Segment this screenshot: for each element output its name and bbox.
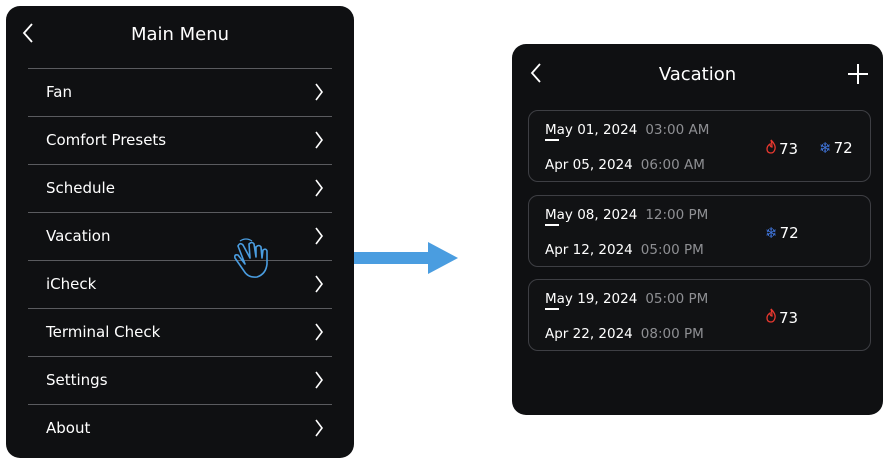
flame-icon	[765, 308, 777, 327]
cool-setpoint: ❄ 72	[765, 224, 799, 242]
chevron-right-icon	[314, 418, 324, 442]
menu-item-settings[interactable]: Settings	[28, 356, 332, 404]
vacation-entry[interactable]: May 01, 2024 03:00 AM Apr 05, 2024 06:00 A…	[528, 110, 871, 182]
menu-item-label: Fan	[46, 83, 72, 101]
chevron-right-icon	[314, 370, 324, 394]
chevron-right-icon	[314, 274, 324, 298]
chevron-right-icon	[314, 322, 324, 346]
vacation-entry[interactable]: May 19, 2024 05:00 PM Apr 22, 2024 08:00 P…	[528, 279, 871, 351]
menu-item-label: Comfort Presets	[46, 131, 167, 149]
range-dash	[545, 308, 559, 310]
menu-item-label: Vacation	[46, 227, 111, 245]
start-row: May 01, 2024 03:00 AM	[545, 122, 709, 138]
end-date: Apr 12, 2024	[545, 242, 633, 258]
end-row: Apr 05, 2024 06:00 AM	[545, 157, 705, 173]
heat-temp: 73	[779, 139, 799, 158]
cool-setpoint: ❄ 72	[819, 139, 853, 157]
plus-icon[interactable]	[847, 63, 869, 89]
start-date: May 19, 2024	[545, 291, 638, 307]
cool-temp: 72	[833, 139, 853, 157]
chevron-right-icon	[314, 226, 324, 250]
menu-item-fan[interactable]: Fan	[28, 68, 332, 116]
menu-item-label: Settings	[46, 371, 108, 389]
start-date: May 01, 2024	[545, 122, 638, 138]
cool-temp: 72	[779, 224, 799, 242]
menu-item-label: About	[46, 419, 91, 437]
end-date: Apr 05, 2024	[545, 157, 633, 173]
end-time: 05:00 PM	[640, 242, 704, 258]
menu-item-icheck[interactable]: iCheck	[28, 260, 332, 308]
page-title: Vacation	[658, 64, 737, 85]
end-time: 06:00 AM	[640, 157, 705, 173]
hand-pointer-icon	[232, 238, 278, 284]
heat-temp: 73	[779, 308, 799, 327]
vacation-entry[interactable]: May 08, 2024 12:00 PM Apr 12, 2024 05:00 P…	[528, 195, 871, 267]
start-date: May 08, 2024	[545, 207, 638, 223]
vacation-screen: Vacation May 01, 2024 03:00 AM Apr 05, 20…	[512, 44, 883, 415]
end-row: Apr 22, 2024 08:00 PM	[545, 326, 704, 342]
menu-item-schedule[interactable]: Schedule	[28, 164, 332, 212]
menu-item-label: iCheck	[46, 275, 97, 293]
main-menu-screen: Main Menu Fan Comfort Presets Schedule V…	[6, 6, 354, 458]
menu-item-label: Schedule	[46, 179, 115, 197]
page-title: Main Menu	[130, 24, 230, 45]
menu-item-label: Terminal Check	[46, 323, 161, 341]
menu-item-comfort-presets[interactable]: Comfort Presets	[28, 116, 332, 164]
end-time: 08:00 PM	[640, 326, 704, 342]
range-dash	[545, 224, 559, 226]
range-dash	[545, 139, 559, 141]
end-row: Apr 12, 2024 05:00 PM	[545, 242, 704, 258]
menu-item-about[interactable]: About	[28, 404, 332, 452]
start-time: 05:00 PM	[645, 291, 709, 307]
snowflake-icon: ❄	[819, 139, 832, 157]
start-row: May 19, 2024 05:00 PM	[545, 291, 708, 307]
menu-item-vacation[interactable]: Vacation	[28, 212, 332, 260]
heat-setpoint: 73	[765, 139, 798, 158]
chevron-right-icon	[314, 130, 324, 154]
chevron-right-icon	[314, 82, 324, 106]
start-time: 12:00 PM	[645, 207, 709, 223]
end-date: Apr 22, 2024	[545, 326, 633, 342]
menu-item-terminal-check[interactable]: Terminal Check	[28, 308, 332, 356]
heat-setpoint: 73	[765, 308, 798, 327]
start-row: May 08, 2024 12:00 PM	[545, 207, 708, 223]
right-arrow-icon	[354, 242, 458, 278]
chevron-right-icon	[314, 178, 324, 202]
flame-icon	[765, 139, 777, 158]
start-time: 03:00 AM	[645, 122, 710, 138]
snowflake-icon: ❄	[765, 224, 778, 242]
